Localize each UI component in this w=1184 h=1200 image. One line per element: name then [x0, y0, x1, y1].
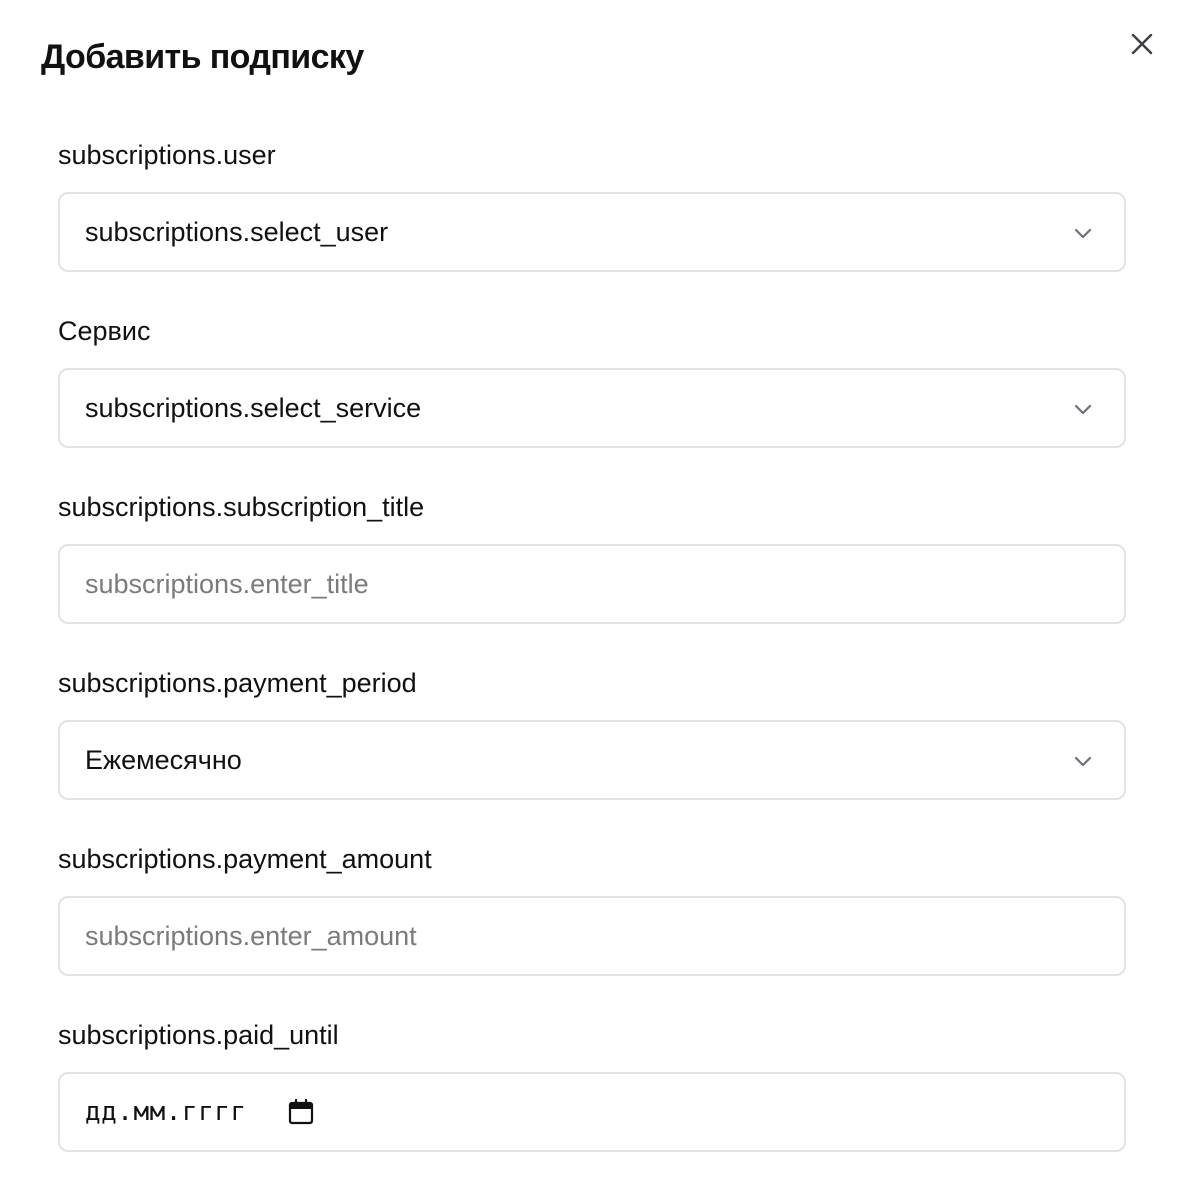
chevron-down-icon	[1074, 404, 1092, 415]
title-input[interactable]: subscriptions.enter_title	[58, 544, 1126, 624]
user-select[interactable]: subscriptions.select_user	[58, 192, 1126, 272]
payment-amount-label: subscriptions.payment_amount	[58, 844, 432, 874]
payment-amount-placeholder: subscriptions.enter_amount	[85, 921, 417, 951]
payment-period-value: Ежемесячно	[85, 745, 242, 775]
payment-period-label: subscriptions.payment_period	[58, 668, 417, 698]
payment-amount-input[interactable]: subscriptions.enter_amount	[58, 896, 1126, 976]
service-select[interactable]: subscriptions.select_service	[58, 368, 1126, 448]
title-label: subscriptions.subscription_title	[58, 492, 425, 522]
payment-amount-field: subscriptions.payment_amount subscriptio…	[58, 843, 1126, 976]
payment-period-select[interactable]: Ежемесячно	[58, 720, 1126, 800]
close-icon	[1131, 33, 1153, 55]
chevron-down-icon	[1074, 756, 1092, 767]
dialog-title: Добавить подписку	[41, 38, 364, 76]
service-field: Сервис subscriptions.select_service	[58, 315, 1126, 448]
paid-until-date-input[interactable]: дд.мм.гггг	[58, 1072, 1126, 1152]
title-input-placeholder: subscriptions.enter_title	[85, 569, 369, 599]
paid-until-field: subscriptions.paid_until дд.мм.гггг	[58, 1019, 1126, 1152]
user-field: subscriptions.user subscriptions.select_…	[58, 139, 1126, 272]
chevron-down-icon	[1074, 228, 1092, 239]
user-select-value: subscriptions.select_user	[85, 217, 389, 247]
user-label: subscriptions.user	[58, 140, 276, 170]
payment-period-field: subscriptions.payment_period Ежемесячно	[58, 667, 1126, 800]
paid-until-date-placeholder: дд.мм.гггг	[85, 1097, 247, 1127]
calendar-icon[interactable]	[288, 1099, 314, 1125]
close-button[interactable]	[1122, 24, 1162, 64]
title-field: subscriptions.subscription_title subscri…	[58, 491, 1126, 624]
add-subscription-dialog: Добавить подписку subscriptions.user sub…	[0, 0, 1184, 1200]
paid-until-label: subscriptions.paid_until	[58, 1020, 339, 1050]
service-label: Сервис	[58, 316, 151, 346]
service-select-value: subscriptions.select_service	[85, 393, 422, 423]
